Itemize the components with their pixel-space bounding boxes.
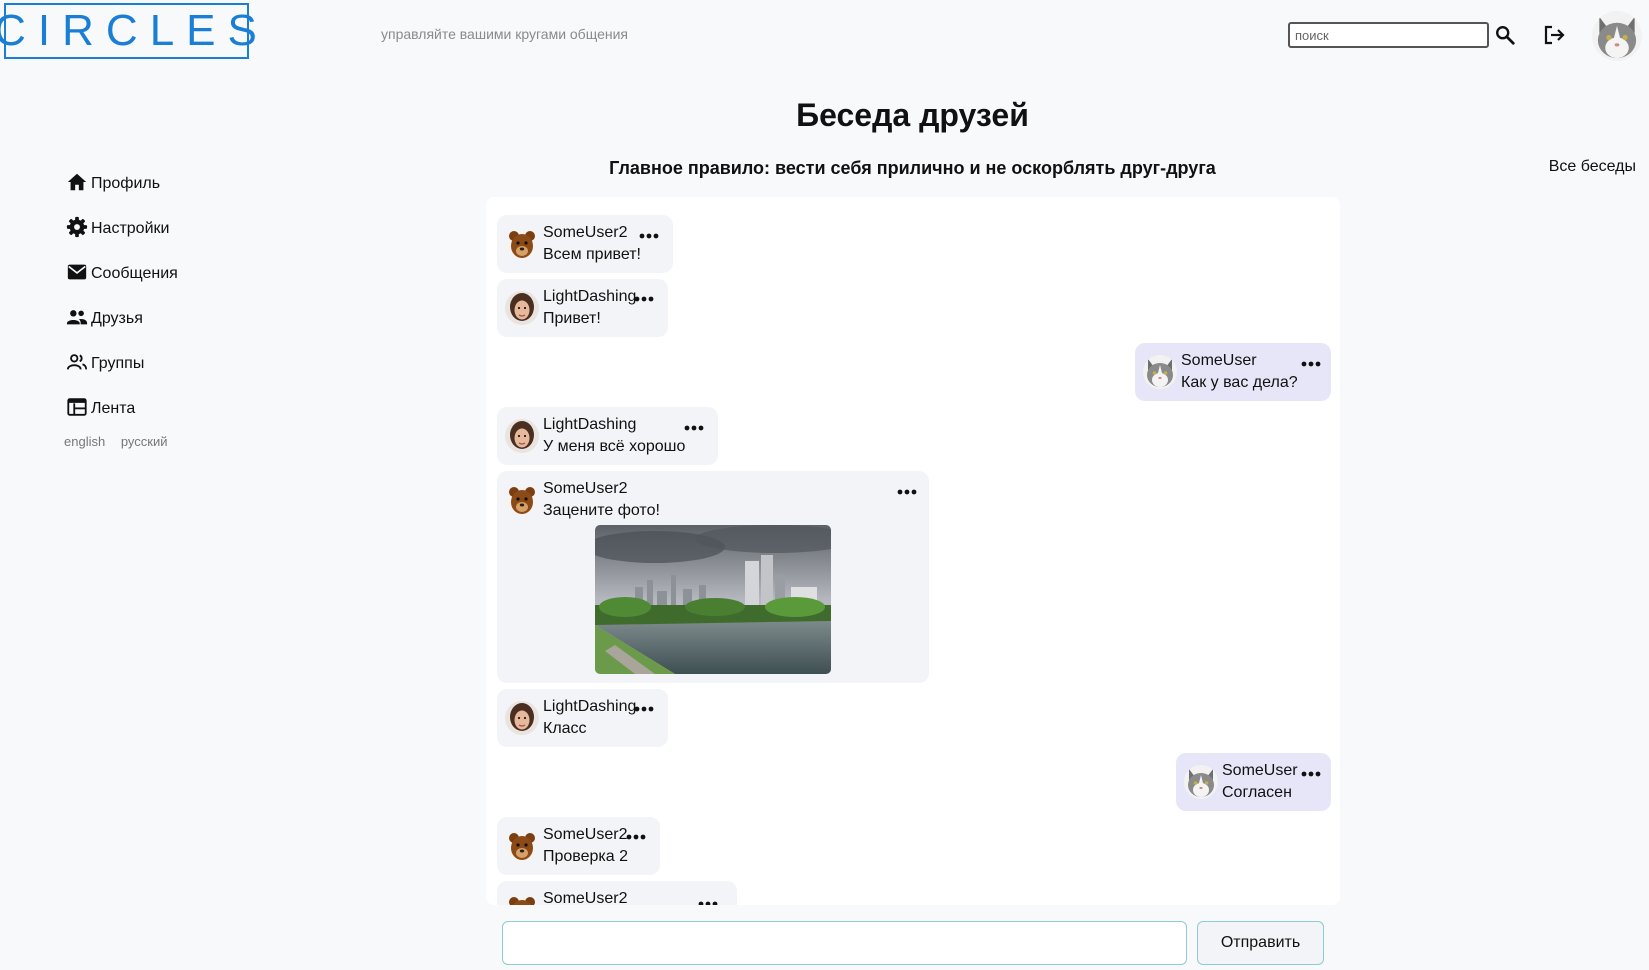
avatar[interactable] [505,701,539,735]
sidebar-item-label: Группы [91,355,145,372]
search-icon [1496,26,1515,45]
avatar[interactable] [1184,765,1218,799]
city-park-photo [595,525,831,674]
chat-rule: Главное правило: вести себя прилично и н… [609,158,1216,178]
message-photo[interactable] [595,525,831,674]
message-text: Привет! [543,310,601,327]
message-author[interactable]: LightDashing [543,416,636,434]
gear-icon [66,216,88,238]
bear-avatar-icon [505,829,539,863]
message-text: Класс [543,720,587,737]
more-options-icon[interactable] [683,424,705,432]
avatar[interactable] [505,893,539,905]
search-button[interactable] [1492,22,1518,48]
bear-avatar-icon [505,227,539,261]
message-text: Проверка 2 [543,848,629,865]
sidebar-item-label: Сообщения [91,265,178,282]
chat-messages[interactable]: SomeUser2 Всем привет! LightDashing Прив… [486,197,1340,905]
sidebar-item-label: Лента [91,400,136,417]
girl-avatar-icon [505,419,539,453]
app-logo[interactable]: CIRCLES [0,3,257,59]
message-author[interactable]: SomeUser [1222,762,1298,780]
message-author[interactable]: SomeUser [1181,352,1257,370]
girl-avatar-icon [505,701,539,735]
message-text: У меня всё хорошо [543,438,686,455]
sidebar-item-label: Настройки [91,220,170,237]
sidebar-item-label: Профиль [91,175,161,192]
message: SomeUser2 [497,881,737,905]
message-input[interactable] [502,921,1187,965]
user-avatar[interactable] [1592,11,1642,61]
message: LightDashing Класс [497,689,668,747]
feed-icon [67,398,87,416]
avatar[interactable] [505,483,539,517]
message-text: Как у вас дела? [1181,374,1298,391]
language-english[interactable]: english [64,434,105,449]
sidebar-item-friends[interactable]: Друзья [66,287,178,332]
sidebar-item-profile[interactable]: Профиль [66,152,178,197]
cat-avatar-icon [1143,355,1177,389]
message: LightDashing У меня всё хорошо [497,407,718,465]
message-text: Зацените фото! [543,502,660,519]
message-author[interactable]: LightDashing [543,288,636,306]
message-author[interactable]: LightDashing [543,698,636,716]
cat-avatar-icon [1184,765,1218,799]
avatar[interactable] [505,419,539,453]
sidebar-nav: Профиль Настройки Сообщения Друзья Групп… [66,152,178,422]
message: SomeUser2 Всем привет! [497,215,673,273]
sidebar-item-feed[interactable]: Лента [66,377,178,422]
tagline: управляйте вашими кругами общения [381,26,628,42]
send-button[interactable]: Отправить [1197,921,1324,965]
more-options-icon[interactable] [896,488,918,496]
avatar[interactable] [505,227,539,261]
bear-avatar-icon [505,483,539,517]
mail-icon [67,264,87,280]
message-author[interactable]: SomeUser2 [543,890,627,905]
more-options-icon[interactable] [633,705,655,713]
logo-text: CIRCLES [0,6,269,55]
message-text: Согласен [1222,784,1292,801]
language-russian[interactable]: русский [121,434,168,449]
language-switcher: english русский [64,434,179,449]
message-with-photo: SomeUser2 Зацените фото! [497,471,929,683]
sidebar-item-groups[interactable]: Группы [66,332,178,377]
logout-icon [1544,25,1565,45]
avatar[interactable] [1143,355,1177,389]
bear-avatar-icon [505,893,539,905]
message-author[interactable]: SomeUser2 [543,224,627,242]
more-options-icon[interactable] [1300,360,1322,368]
more-options-icon[interactable] [633,295,655,303]
cat-avatar-icon [1592,11,1642,61]
page-title: Беседа друзей [796,97,1029,133]
message: LightDashing Привет! [497,279,668,337]
more-options-icon[interactable] [625,833,647,841]
search-input[interactable] [1288,22,1489,48]
more-options-icon[interactable] [697,900,719,905]
message-author[interactable]: SomeUser2 [543,826,627,844]
sidebar-item-messages[interactable]: Сообщения [66,242,178,287]
message-own: SomeUser Согласен [1176,753,1331,811]
message: SomeUser2 Проверка 2 [497,817,660,875]
more-options-icon[interactable] [1300,770,1322,778]
home-icon [67,173,87,191]
sidebar-item-label: Друзья [91,310,143,327]
people-icon [66,310,88,325]
group-outline-icon [66,354,88,370]
message-text: Всем привет! [543,246,641,263]
message-own: SomeUser Как у вас дела? [1135,343,1331,401]
all-chats-link[interactable]: Все беседы [1549,158,1636,176]
avatar[interactable] [505,829,539,863]
avatar[interactable] [505,291,539,325]
message-author[interactable]: SomeUser2 [543,480,627,498]
sidebar-item-settings[interactable]: Настройки [66,197,178,242]
girl-avatar-icon [505,291,539,325]
logout-button[interactable] [1540,21,1568,49]
more-options-icon[interactable] [638,232,660,240]
